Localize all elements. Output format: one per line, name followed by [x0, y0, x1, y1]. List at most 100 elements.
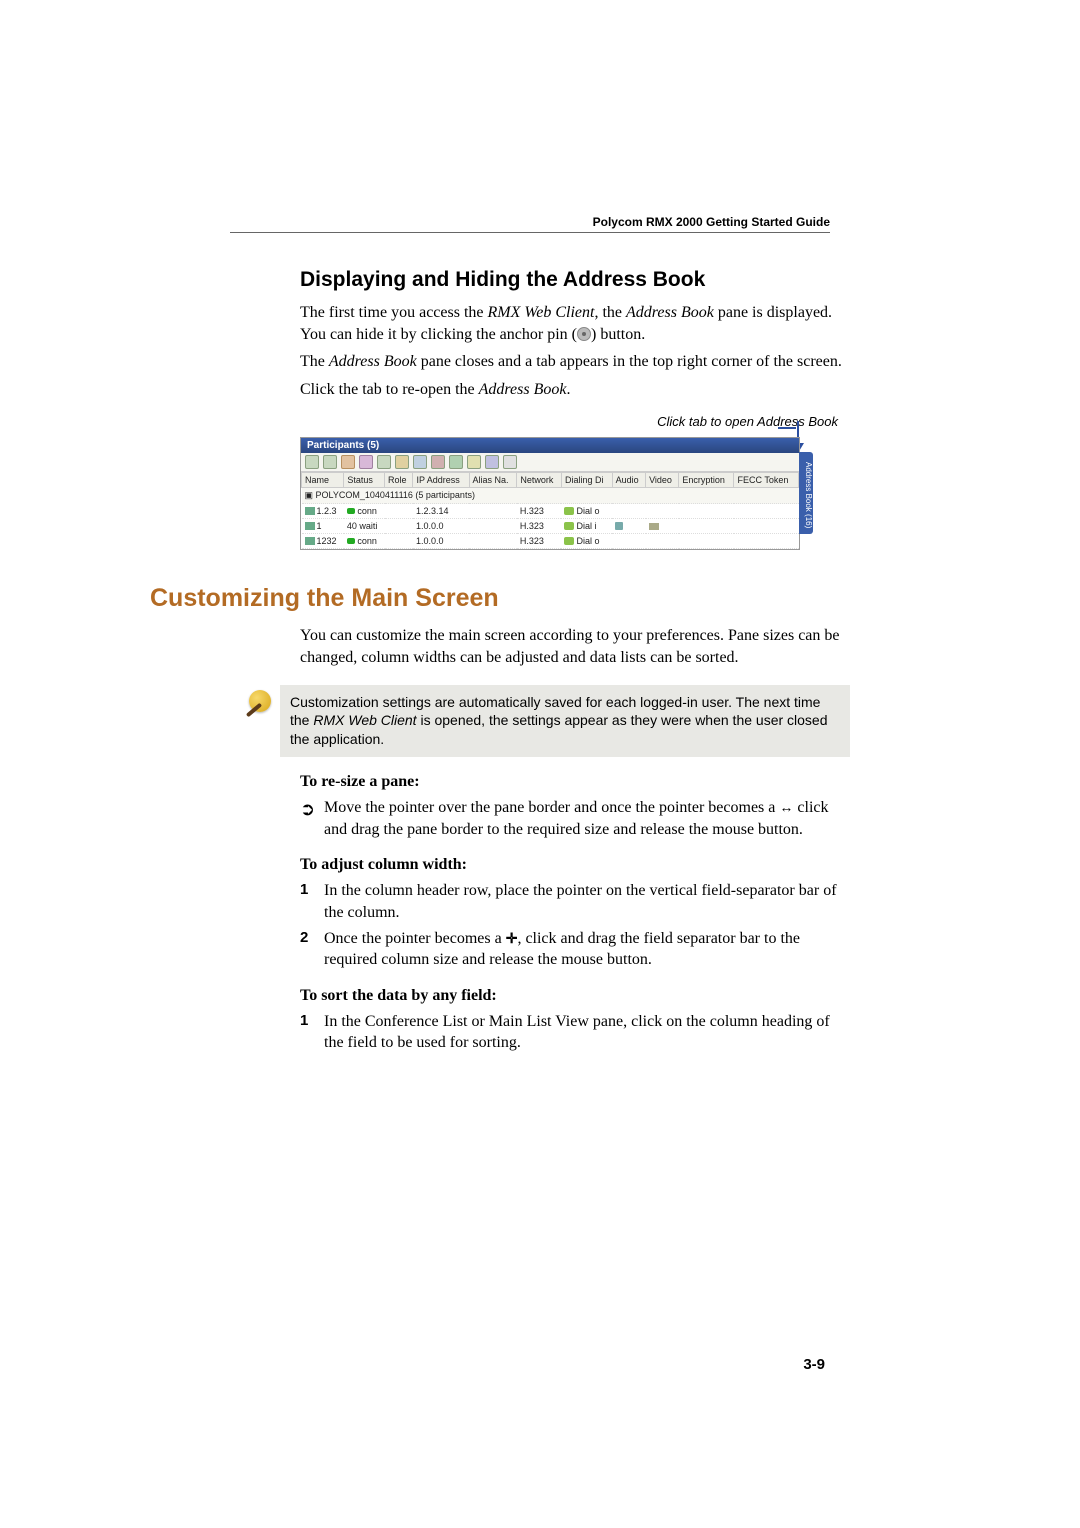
- col-alias[interactable]: Alias Na.: [469, 473, 517, 488]
- c: H.323: [517, 519, 562, 534]
- c: [469, 504, 517, 519]
- participant-icon: [305, 522, 315, 530]
- anchor-pin-icon: [577, 327, 591, 341]
- video-icon: [649, 523, 659, 530]
- step-number: 2: [300, 928, 324, 971]
- col-dialing[interactable]: Dialing Di: [561, 473, 612, 488]
- col-audio[interactable]: Audio: [612, 473, 645, 488]
- table-header-row[interactable]: Name Status Role IP Address Alias Na. Ne…: [302, 473, 799, 488]
- note-text: Customization settings are automatically…: [280, 685, 850, 758]
- c: 1.0.0.0: [413, 534, 469, 549]
- t: Address Book: [626, 304, 714, 321]
- c: waiti: [359, 521, 377, 531]
- col-role[interactable]: Role: [385, 473, 413, 488]
- participants-table: Name Status Role IP Address Alias Na. Ne…: [301, 472, 799, 549]
- step-number: 1: [300, 1011, 324, 1054]
- t: Address Book: [329, 353, 417, 370]
- c: 1: [317, 521, 322, 531]
- pane-title: Participants (5): [301, 438, 799, 453]
- col-status[interactable]: Status: [344, 473, 385, 488]
- col-network[interactable]: Network: [517, 473, 562, 488]
- table-row[interactable]: 1.2.3 conn 1.2.3.14 H.323 Dial o: [302, 504, 799, 519]
- c: 1.0.0.0: [413, 519, 469, 534]
- t: pane closes and a tab appears in the top…: [417, 353, 842, 370]
- para-addr-1: The first time you access the RMX Web Cl…: [300, 302, 850, 345]
- col-video[interactable]: Video: [646, 473, 679, 488]
- bullet-icon: ➲: [300, 797, 324, 840]
- group-label: POLYCOM_1040411116 (5 participants): [316, 490, 475, 500]
- heading-address-book: Displaying and Hiding the Address Book: [300, 268, 850, 292]
- c: conn: [357, 536, 377, 546]
- dial-icon: [564, 522, 574, 530]
- bullet-resize: ➲ Move the pointer over the pane border …: [300, 797, 850, 840]
- c: H.323: [517, 534, 562, 549]
- c: [385, 504, 413, 519]
- t: Address Book: [479, 381, 567, 398]
- col-encryption[interactable]: Encryption: [679, 473, 734, 488]
- col-name[interactable]: Name: [302, 473, 344, 488]
- col-ip[interactable]: IP Address: [413, 473, 469, 488]
- t: Main List View: [489, 1013, 589, 1030]
- step-col-1: 1 In the column header row, place the po…: [300, 880, 850, 923]
- t: Click the tab to re-open the: [300, 381, 479, 398]
- label-sort-data: To sort the data by any field:: [300, 987, 850, 1005]
- participant-icon: [305, 507, 315, 515]
- t: In the column header row, place the poin…: [324, 880, 850, 923]
- screenshot-participants-pane: Participants (5) Name Status Role IP Add…: [300, 437, 800, 550]
- t: , the: [594, 304, 626, 321]
- callout-open-address-book: Click tab to open Address Book: [230, 414, 838, 429]
- t: RMX Web Client: [488, 304, 595, 321]
- audio-icon: [615, 522, 623, 530]
- t: Conference List: [365, 1013, 468, 1030]
- running-header: Polycom RMX 2000 Getting Started Guide: [593, 215, 830, 229]
- pane-toolbar: [301, 453, 799, 472]
- participant-icon: [305, 537, 315, 545]
- toolbar-icon[interactable]: [485, 455, 499, 469]
- toolbar-icon[interactable]: [305, 455, 319, 469]
- step-sort-1: 1 In the Conference List or Main List Vi…: [300, 1011, 850, 1054]
- para-custom-1: You can customize the main screen accord…: [300, 625, 850, 668]
- c: conn: [357, 506, 377, 516]
- step-number: 1: [300, 880, 324, 923]
- address-book-tab[interactable]: Address Book (16): [799, 452, 813, 534]
- c: 40: [347, 521, 357, 531]
- t: ) button.: [591, 326, 645, 343]
- table-row[interactable]: 1232 conn 1.0.0.0 H.323 Dial o: [302, 534, 799, 549]
- dial-icon: [564, 507, 574, 515]
- note-block: Customization settings are automatically…: [300, 685, 850, 758]
- group-row[interactable]: ▣ POLYCOM_1040411116 (5 participants): [302, 488, 799, 504]
- toolbar-icon[interactable]: [467, 455, 481, 469]
- status-icon: [347, 508, 355, 514]
- label-adjust-column: To adjust column width:: [300, 856, 850, 874]
- toolbar-icon[interactable]: [323, 455, 337, 469]
- t: or: [468, 1013, 489, 1030]
- toolbar-icon[interactable]: [431, 455, 445, 469]
- c: 1.2.3: [317, 506, 337, 516]
- t: Move the pointer over the pane border an…: [324, 799, 779, 816]
- t: In the: [324, 1013, 365, 1030]
- t: RMX Web Client: [313, 712, 416, 728]
- t: .: [566, 381, 570, 398]
- resize-cursor-icon: ↔: [779, 798, 793, 817]
- dial-icon: [564, 537, 574, 545]
- toolbar-icon[interactable]: [359, 455, 373, 469]
- t: The: [300, 353, 329, 370]
- toolbar-icon[interactable]: [449, 455, 463, 469]
- table-row[interactable]: 1 40 waiti 1.0.0.0 H.323 Dial i: [302, 519, 799, 534]
- toolbar-icon[interactable]: [503, 455, 517, 469]
- c: Dial o: [576, 536, 599, 546]
- para-addr-3: Click the tab to re-open the Address Boo…: [300, 379, 850, 401]
- c: Dial o: [576, 506, 599, 516]
- c: 1.2.3.14: [413, 504, 469, 519]
- toolbar-icon[interactable]: [341, 455, 355, 469]
- toolbar-icon[interactable]: [395, 455, 409, 469]
- move-cursor-icon: ✛: [506, 929, 518, 948]
- page-number: 3-9: [803, 1356, 825, 1373]
- para-addr-2: The Address Book pane closes and a tab a…: [300, 351, 850, 373]
- col-fecc[interactable]: FECC Token: [734, 473, 799, 488]
- toolbar-icon[interactable]: [413, 455, 427, 469]
- toolbar-icon[interactable]: [377, 455, 391, 469]
- t: The first time you access the: [300, 304, 488, 321]
- status-icon: [347, 538, 355, 544]
- t: Once the pointer becomes a: [324, 930, 506, 947]
